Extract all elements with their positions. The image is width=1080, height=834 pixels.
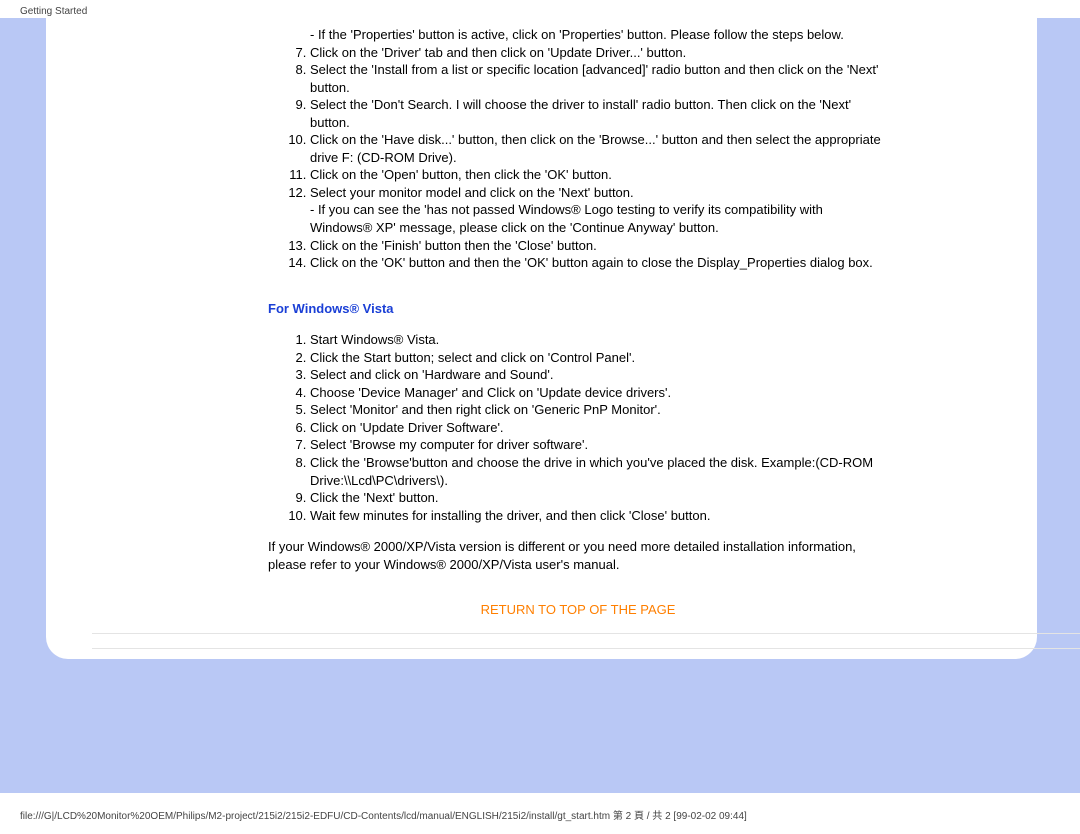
vista-step-2: Click the Start button; select and click… (310, 349, 888, 367)
page-header-title: Getting Started (20, 6, 87, 17)
page-background: - If the 'Properties' button is active, … (0, 18, 1080, 793)
footer-file-path: file:///G|/LCD%20Monitor%20OEM/Philips/M… (20, 807, 747, 822)
xp-step-9: Select the 'Don't Search. I will choose … (310, 96, 888, 131)
vista-step-8: Click the 'Browse'button and choose the … (310, 454, 888, 489)
vista-step-4: Choose 'Device Manager' and Click on 'Up… (310, 384, 888, 402)
xp-step-7: Click on the 'Driver' tab and then click… (310, 44, 888, 62)
vista-step-3: Select and click on 'Hardware and Sound'… (310, 366, 888, 384)
xp-note-logo-testing: - If you can see the 'has not passed Win… (310, 201, 888, 236)
vista-steps-list: Start Windows® Vista. Click the Start bu… (268, 331, 888, 524)
closing-paragraph: If your Windows® 2000/XP/Vista version i… (268, 538, 888, 573)
content-panel: - If the 'Properties' button is active, … (46, 18, 1037, 659)
vista-step-7: Select 'Browse my computer for driver so… (310, 436, 888, 454)
vista-step-5: Select 'Monitor' and then right click on… (310, 401, 888, 419)
xp-steps-list: Click on the 'Driver' tab and then click… (268, 44, 888, 202)
vista-step-1: Start Windows® Vista. (310, 331, 888, 349)
vista-step-9: Click the 'Next' button. (310, 489, 888, 507)
xp-step-13: Click on the 'Finish' button then the 'C… (310, 237, 888, 255)
xp-step-8: Select the 'Install from a list or speci… (310, 61, 888, 96)
divider (92, 633, 1080, 634)
xp-steps-list-cont: Click on the 'Finish' button then the 'C… (268, 237, 888, 272)
xp-step-12: Select your monitor model and click on t… (310, 184, 888, 202)
content-body: - If the 'Properties' button is active, … (268, 26, 888, 619)
vista-heading: For Windows® Vista (268, 300, 888, 318)
xp-step-10: Click on the 'Have disk...' button, then… (310, 131, 888, 166)
vista-step-6: Click on 'Update Driver Software'. (310, 419, 888, 437)
xp-note-properties: - If the 'Properties' button is active, … (310, 26, 888, 44)
return-to-top-link[interactable]: RETURN TO TOP OF THE PAGE (268, 601, 888, 619)
divider (92, 648, 1080, 649)
vista-step-10: Wait few minutes for installing the driv… (310, 507, 888, 525)
xp-step-11: Click on the 'Open' button, then click t… (310, 166, 888, 184)
xp-step-14: Click on the 'OK' button and then the 'O… (310, 254, 888, 272)
